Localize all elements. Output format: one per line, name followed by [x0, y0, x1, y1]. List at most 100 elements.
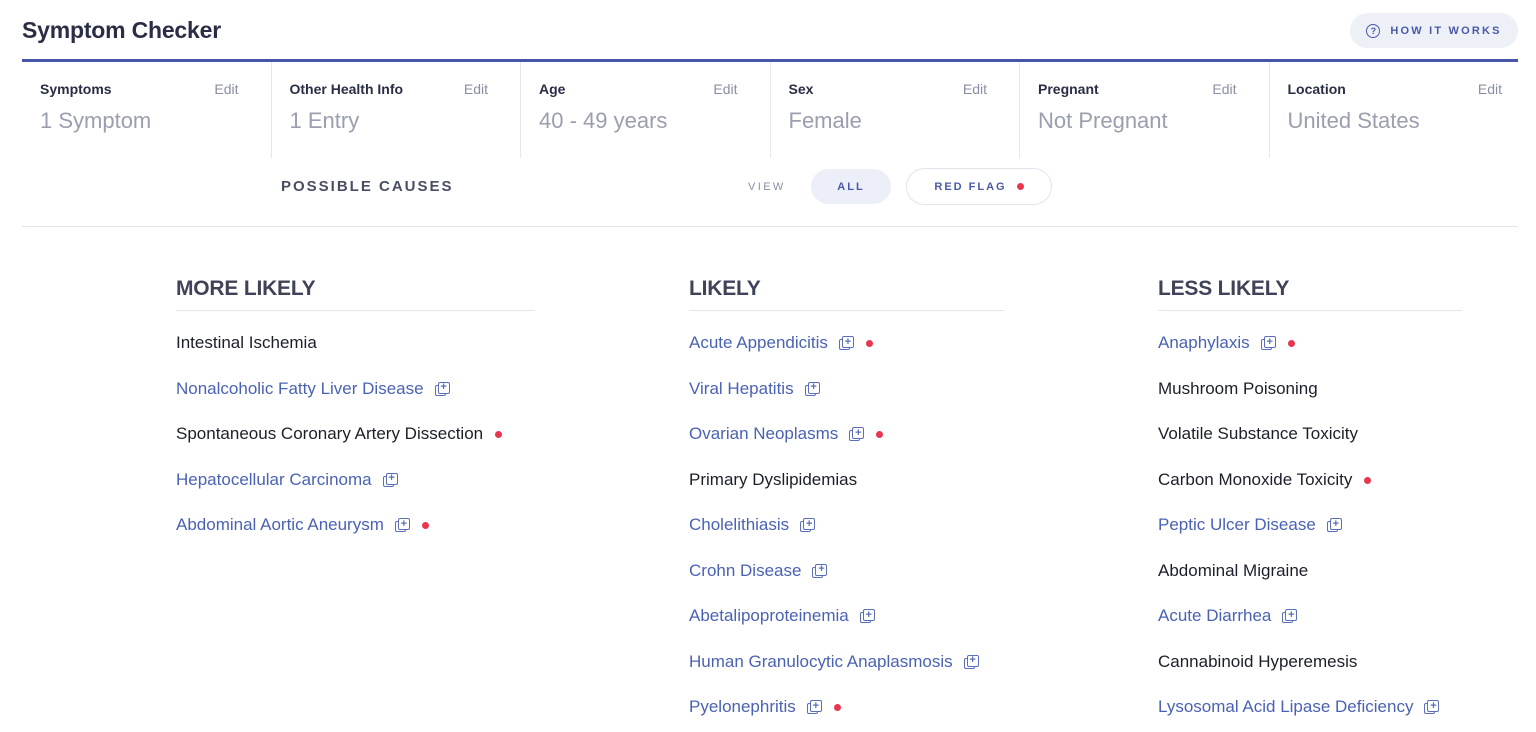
edit-sex-link[interactable]: Edit	[963, 81, 987, 97]
cause-name: Volatile Substance Toxicity	[1158, 424, 1359, 443]
info-value: United States	[1287, 108, 1420, 133]
cause-name[interactable]: Crohn Disease	[689, 561, 801, 581]
cause-list: Acute Appendicitis + Viral Hepatitis + Ovari…	[689, 333, 1004, 732]
cause-name[interactable]: Acute Appendicitis	[689, 333, 828, 353]
column-heading: MORE LIKELY	[176, 277, 535, 311]
cause-item[interactable]: Cholelithiasis +	[689, 515, 1004, 561]
info-cell-other-health-info: Other Health Info Edit 1 Entry	[272, 62, 521, 158]
edit-age-link[interactable]: Edit	[713, 81, 737, 97]
add-to-list-icon[interactable]: +	[838, 336, 854, 351]
cause-name: Abdominal Migraine	[1158, 560, 1309, 580]
add-to-list-icon[interactable]: +	[434, 381, 450, 397]
red-flag-dot-icon	[865, 340, 873, 347]
add-to-list-icon[interactable]: +	[382, 472, 398, 488]
info-label: Pregnant	[1038, 81, 1099, 97]
cause-name[interactable]: Abetalipoproteinemia	[689, 606, 849, 626]
edit-other-health-info-link[interactable]: Edit	[464, 81, 488, 97]
cause-name[interactable]: Nonalcoholic Fatty Liver Disease	[176, 379, 424, 399]
add-to-list-icon[interactable]: +	[394, 518, 410, 533]
cause-name[interactable]: Acute Diarrhea	[1158, 606, 1271, 626]
cause-item: Carbon Monoxide Toxicity	[1158, 470, 1462, 516]
red-flag-dot-icon	[1287, 340, 1295, 347]
cause-item[interactable]: Hepatocellular Carcinoma +	[176, 470, 535, 516]
info-value: 1 Entry	[289, 108, 360, 133]
add-to-list-icon[interactable]: +	[804, 381, 820, 397]
cause-item[interactable]: Viral Hepatitis +	[689, 379, 1004, 425]
cause-name[interactable]: Lysosomal Acid Lipase Deficiency	[1158, 697, 1413, 717]
cause-item: Intestinal Ischemia	[176, 333, 535, 379]
add-to-list-icon[interactable]: +	[812, 563, 828, 579]
filter-red-flag-button[interactable]: RED FLAG	[906, 168, 1052, 205]
cause-name: Primary Dyslipidemias	[689, 469, 858, 489]
filter-all-button[interactable]: ALL	[811, 169, 891, 204]
edit-location-link[interactable]: Edit	[1478, 81, 1502, 97]
cause-item[interactable]: Peptic Ulcer Disease +	[1158, 515, 1462, 561]
column-heading: LIKELY	[689, 277, 1004, 311]
cause-name[interactable]: Pyelonephritis	[689, 697, 796, 717]
add-to-list-icon[interactable]: +	[859, 609, 875, 624]
cause-name: Spontaneous Coronary Artery Dissection	[176, 424, 484, 443]
cause-name[interactable]: Abdominal Aortic Aneurysm	[176, 515, 384, 535]
info-cell-age: Age Edit 40 - 49 years	[521, 62, 771, 158]
health-info-bar: Symptoms Edit 1 Symptom Other Health Inf…	[22, 62, 1518, 158]
cause-item: Mushroom Poisoning	[1158, 379, 1462, 425]
cause-name[interactable]: Ovarian Neoplasms	[689, 424, 838, 444]
add-to-list-icon[interactable]: +	[849, 427, 865, 442]
cause-item[interactable]: Human Granulocytic Anaplasmosis +	[689, 652, 1004, 698]
cause-name[interactable]: Cholelithiasis	[689, 515, 789, 535]
add-to-list-icon[interactable]: +	[963, 654, 979, 670]
red-flag-dot-icon	[421, 522, 429, 529]
edit-pregnant-link[interactable]: Edit	[1212, 81, 1236, 97]
cause-list: Anaphylaxis + Mushroom Poisoning Volatile S…	[1158, 333, 1462, 732]
cause-list: Intestinal Ischemia Nonalcoholic Fatty Li…	[176, 333, 535, 561]
cause-name: Mushroom Poisoning	[1158, 378, 1318, 398]
info-label: Sex	[788, 81, 814, 97]
red-flag-dot-icon	[1016, 183, 1024, 190]
info-cell-sex: Sex Edit Female	[771, 62, 1020, 158]
cause-name[interactable]: Viral Hepatitis	[689, 379, 794, 399]
add-to-list-icon[interactable]: +	[1282, 609, 1298, 624]
column-more-likely: MORE LIKELY Intestinal Ischemia Nonalcoho…	[176, 277, 535, 561]
red-flag-dot-icon	[876, 431, 884, 438]
red-flag-dot-icon	[1364, 476, 1372, 484]
possible-causes-heading: POSSIBLE CAUSES	[281, 178, 454, 195]
cause-item[interactable]: Acute Appendicitis +	[689, 333, 1004, 379]
section-divider	[22, 226, 1518, 227]
info-value: Not Pregnant	[1038, 108, 1168, 133]
add-to-list-icon[interactable]: +	[1326, 518, 1342, 533]
cause-name: Cannabinoid Hyperemesis	[1158, 651, 1358, 671]
cause-item[interactable]: Abetalipoproteinemia +	[689, 606, 1004, 652]
add-to-list-icon[interactable]: +	[800, 518, 816, 533]
cause-item[interactable]: Lysosomal Acid Lipase Deficiency +	[1158, 697, 1462, 732]
info-value: 1 Symptom	[40, 108, 152, 133]
red-flag-dot-icon	[833, 704, 841, 711]
cause-name[interactable]: Human Granulocytic Anaplasmosis	[689, 652, 953, 672]
cause-item[interactable]: Abdominal Aortic Aneurysm +	[176, 515, 535, 561]
cause-item[interactable]: Anaphylaxis +	[1158, 333, 1462, 379]
add-to-list-icon[interactable]: +	[806, 700, 822, 715]
add-to-list-icon[interactable]: +	[1424, 700, 1440, 715]
info-value: 40 - 49 years	[539, 108, 668, 133]
how-it-works-label: HOW IT WORKS	[1390, 24, 1502, 37]
cause-name[interactable]: Anaphylaxis	[1158, 333, 1250, 353]
red-flag-label: RED FLAG	[934, 180, 1007, 193]
info-label: Other Health Info	[289, 81, 404, 97]
view-label: VIEW	[748, 181, 786, 193]
cause-item[interactable]: Ovarian Neoplasms +	[689, 424, 1004, 470]
cause-name: Carbon Monoxide Toxicity	[1158, 469, 1353, 489]
page-title: Symptom Checker	[22, 17, 221, 43]
cause-item[interactable]: Nonalcoholic Fatty Liver Disease +	[176, 379, 535, 425]
cause-item[interactable]: Crohn Disease +	[689, 561, 1004, 607]
how-it-works-button[interactable]: ? HOW IT WORKS	[1350, 13, 1518, 48]
add-to-list-icon[interactable]: +	[1260, 336, 1276, 351]
cause-item: Cannabinoid Hyperemesis	[1158, 652, 1462, 698]
info-label: Symptoms	[40, 81, 112, 97]
question-icon: ?	[1366, 23, 1381, 38]
cause-name[interactable]: Hepatocellular Carcinoma	[176, 470, 372, 490]
cause-item[interactable]: Pyelonephritis +	[689, 697, 1004, 732]
cause-name[interactable]: Peptic Ulcer Disease	[1158, 515, 1316, 535]
column-heading: LESS LIKELY	[1158, 277, 1462, 311]
cause-item[interactable]: Acute Diarrhea +	[1158, 606, 1462, 652]
info-label: Age	[539, 81, 566, 97]
edit-symptoms-link[interactable]: Edit	[214, 81, 238, 97]
